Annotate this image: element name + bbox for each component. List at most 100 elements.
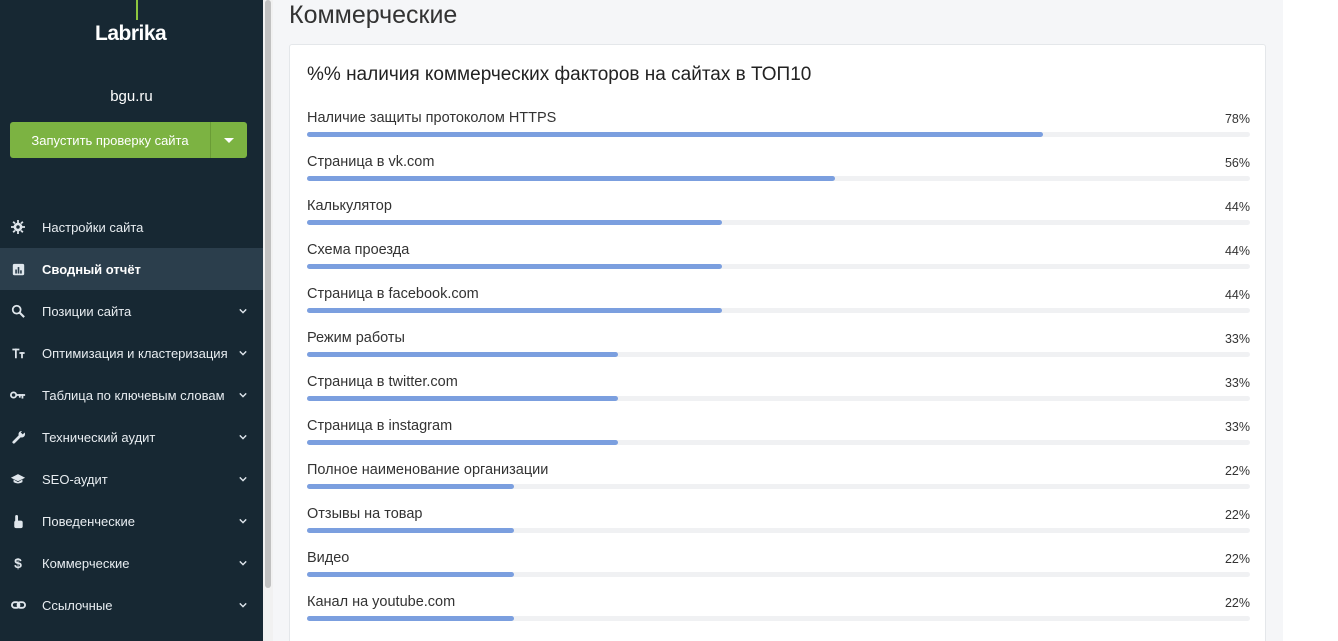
progress-fill xyxy=(307,616,515,621)
factor-percent: 33% xyxy=(1224,376,1250,390)
sidebar-item[interactable]: Таблица по ключевым словам xyxy=(0,374,263,416)
sidebar-item-label: Сводный отчёт xyxy=(42,261,141,277)
factor-label: Отзывы на товар xyxy=(307,506,423,522)
hand-pointer-icon xyxy=(10,513,26,529)
factor-label: Схема проезда xyxy=(307,242,410,258)
factor-label: Страница в facebook.com xyxy=(307,286,479,302)
sidebar-item[interactable]: Технический аудит xyxy=(0,416,263,458)
factor-label: Режим работы xyxy=(307,330,405,346)
chevron-down-icon[interactable] xyxy=(239,601,247,609)
page-title: Коммерческие xyxy=(289,1,458,29)
factor-percent: 22% xyxy=(1224,508,1250,522)
progress-fill xyxy=(307,396,619,401)
factor-percent: 22% xyxy=(1224,464,1250,478)
factor-row: Страница в twitter.com 33% xyxy=(307,373,1250,417)
chevron-down-icon[interactable] xyxy=(239,517,247,525)
factor-label: Калькулятор xyxy=(307,198,392,214)
factor-label: Видео xyxy=(307,550,350,566)
progress-fill xyxy=(307,132,1043,137)
sidebar-item[interactable]: Сводный отчёт xyxy=(0,248,263,290)
factor-row: Страница в facebook.com 44% xyxy=(307,285,1250,329)
progress-track xyxy=(307,352,1250,357)
factor-label: Наличие защиты протоколом HTTPS xyxy=(307,110,557,126)
factor-row: Схема проезда 44% xyxy=(307,241,1250,285)
factor-row: Режим работы 33% xyxy=(307,329,1250,373)
logo[interactable]: Labrika xyxy=(95,22,167,46)
sidebar-item-label: Настройки сайта xyxy=(42,219,144,235)
progress-fill xyxy=(307,352,619,357)
sidebar-item[interactable]: SEO-аудит xyxy=(0,458,263,500)
sidebar-item[interactable]: Настройки сайта xyxy=(0,206,263,248)
factor-percent: 44% xyxy=(1224,288,1250,302)
progress-fill xyxy=(307,308,722,313)
site-name: bgu.ru xyxy=(110,88,153,105)
sidebar-item[interactable]: $ Коммерческие xyxy=(0,542,263,584)
progress-track xyxy=(307,440,1250,445)
commercial-factors-card: %% наличия коммерческих факторов на сайт… xyxy=(289,44,1266,641)
progress-fill xyxy=(307,264,722,269)
chevron-down-icon[interactable] xyxy=(239,391,247,399)
factor-list: Наличие защиты протоколом HTTPS 78% Страни… xyxy=(307,109,1250,637)
link-icon xyxy=(10,597,26,613)
sidebar-item-label: Поведенческие xyxy=(42,513,135,529)
sidebar-item-label: Таблица по ключевым словам xyxy=(42,387,225,403)
run-check-dropdown-button[interactable] xyxy=(211,122,247,158)
sidebar-menu: Настройки сайта Сводный отчёт Позиции сайт… xyxy=(0,206,263,626)
progress-fill xyxy=(307,440,619,445)
factor-percent: 33% xyxy=(1224,332,1250,346)
progress-track xyxy=(307,220,1250,225)
progress-fill xyxy=(307,572,515,577)
sidebar-item[interactable]: Позиции сайта xyxy=(0,290,263,332)
factor-percent: 44% xyxy=(1224,244,1250,258)
run-check-button[interactable]: Запустить проверку сайта xyxy=(10,122,211,158)
progress-track xyxy=(307,572,1250,577)
sidebar-item-label: Технический аудит xyxy=(42,429,156,445)
sidebar-item-label: Оптимизация и кластеризация xyxy=(42,345,228,361)
progress-track xyxy=(307,176,1250,181)
factor-label: Страница в twitter.com xyxy=(307,374,458,390)
factor-label: Страница в instagram xyxy=(307,418,453,434)
progress-track xyxy=(307,264,1250,269)
progress-track xyxy=(307,308,1250,313)
progress-track xyxy=(307,132,1250,137)
text-size-icon xyxy=(10,345,26,361)
gear-icon xyxy=(10,219,26,235)
sidebar-item[interactable]: Оптимизация и кластеризация xyxy=(0,332,263,374)
factor-label: Полное наименование организации xyxy=(307,462,549,478)
progress-fill xyxy=(307,220,722,225)
progress-track xyxy=(307,616,1250,621)
factor-row: Канал на youtube.com 22% xyxy=(307,593,1250,637)
progress-fill xyxy=(307,176,836,181)
chevron-down-icon[interactable] xyxy=(239,559,247,567)
factor-row: Отзывы на товар 22% xyxy=(307,505,1250,549)
factor-row: Страница в instagram 33% xyxy=(307,417,1250,461)
sidebar-item-label: Коммерческие xyxy=(42,555,130,571)
search-icon xyxy=(10,303,26,319)
wrench-icon xyxy=(10,429,26,445)
logo-accent xyxy=(136,0,138,20)
run-check-button-group: Запустить проверку сайта xyxy=(10,122,247,158)
factor-row: Калькулятор 44% xyxy=(307,197,1250,241)
factor-label: Канал на youtube.com xyxy=(307,594,456,610)
progress-track xyxy=(307,528,1250,533)
chevron-down-icon[interactable] xyxy=(239,475,247,483)
sidebar-scrollbar-thumb[interactable] xyxy=(265,0,271,588)
main-content: Коммерческие %% наличия коммерческих фак… xyxy=(273,0,1283,641)
chart-icon xyxy=(10,261,26,277)
factor-label: Страница в vk.com xyxy=(307,154,435,170)
progress-track xyxy=(307,484,1250,489)
sidebar-item[interactable]: Поведенческие xyxy=(0,500,263,542)
dollar-icon: $ xyxy=(14,555,22,571)
progress-track xyxy=(307,396,1250,401)
sidebar-item[interactable]: Ссылочные xyxy=(0,584,263,626)
caret-down-icon xyxy=(224,137,234,143)
chevron-down-icon[interactable] xyxy=(239,349,247,357)
graduation-cap-icon xyxy=(10,471,26,487)
sidebar: Labrika bgu.ru Запустить проверку сайта … xyxy=(0,0,263,641)
factor-row: Наличие защиты протоколом HTTPS 78% xyxy=(307,109,1250,153)
chevron-down-icon[interactable] xyxy=(239,433,247,441)
sidebar-item-label: Ссылочные xyxy=(42,597,113,613)
chevron-down-icon[interactable] xyxy=(239,307,247,315)
right-margin xyxy=(1283,0,1338,641)
key-icon xyxy=(10,387,26,403)
